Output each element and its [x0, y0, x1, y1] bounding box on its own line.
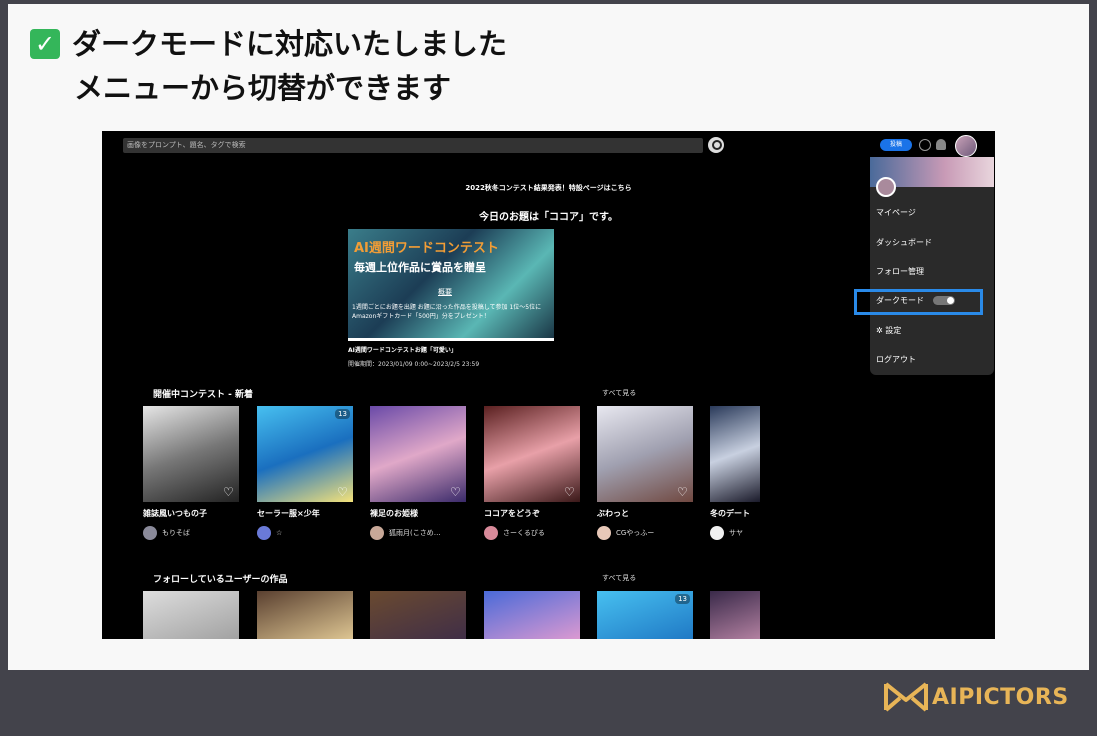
menu-item-settings[interactable]: ✲ 設定	[876, 325, 901, 336]
headline-line-1: ダークモードに対応いたしました	[72, 27, 508, 61]
artwork-title[interactable]: ココアをどうぞ	[484, 508, 580, 519]
user-avatar[interactable]	[257, 526, 271, 540]
banner-subtitle: 毎週上位作品に賞品を贈呈	[354, 261, 486, 274]
artwork-thumbnail[interactable]: ♡	[484, 406, 580, 502]
search-input[interactable]: 画像をプロンプト、題名、タグで検索	[123, 138, 703, 153]
artwork-thumbnail[interactable]	[710, 406, 760, 502]
banner-detail: 1週間ごとにお題を出題 お題に沿った作品を投稿して参加 1位〜5位にAmazon…	[352, 304, 542, 320]
brand-logo: AIPICTORS	[882, 680, 1069, 714]
contest-notice-link[interactable]: 2022秋冬コンテスト結果発表！特設ページはこちら	[102, 183, 995, 193]
user-name[interactable]: さーくるぴる	[503, 528, 545, 538]
artwork-title[interactable]: 雑誌風いつもの子	[143, 508, 239, 519]
contest-date: 開催期間：2023/01/09 0:00~2023/2/5 23:59	[348, 361, 480, 368]
artwork-user[interactable]: CGやっふー	[597, 526, 693, 540]
see-all-follow-link[interactable]: すべて見る	[602, 573, 636, 583]
gear-icon: ✲	[876, 326, 883, 335]
logo-mark-icon	[884, 682, 928, 712]
menu-item-dashboard[interactable]: ダッシュボード	[876, 237, 932, 248]
banner-divider	[348, 338, 554, 341]
banner-overview: 概要	[438, 288, 452, 296]
artwork-user[interactable]: さーくるぴる	[484, 526, 580, 540]
headline-row-2: メニューから切替ができます	[30, 66, 507, 110]
user-avatar[interactable]	[484, 526, 498, 540]
heart-icon[interactable]: ♡	[450, 486, 462, 498]
artwork-card[interactable]: ♡ ココアをどうぞ さーくるぴる	[484, 406, 580, 540]
follow-artwork-thumbnail[interactable]	[370, 591, 466, 639]
heart-icon[interactable]: ♡	[564, 486, 576, 498]
user-avatar[interactable]	[370, 526, 384, 540]
follow-artwork-thumbnail[interactable]	[143, 591, 239, 639]
app-screenshot: 画像をプロンプト、題名、タグで検索 投稿 2022秋冬コンテスト結果発表！特設ペ…	[102, 131, 995, 639]
avatar[interactable]	[955, 135, 977, 157]
today-topic: 今日のお題は「ココア」です。	[479, 212, 618, 223]
artwork-user[interactable]: サヤ	[710, 526, 760, 540]
artwork-card[interactable]: ♡ 雑誌風いつもの子 もりそば	[143, 406, 239, 540]
user-avatar[interactable]	[143, 526, 157, 540]
artwork-thumbnail[interactable]: 13 ♡	[257, 406, 353, 502]
artwork-card[interactable]: ♡ ぶわっと CGやっふー	[597, 406, 693, 540]
section-title-contests: 開催中コンテスト - 新着	[153, 390, 254, 400]
see-all-contests-link[interactable]: すべて見る	[602, 388, 636, 398]
follow-artwork-thumbnail[interactable]	[710, 591, 760, 639]
follow-artwork-thumbnail[interactable]	[484, 591, 580, 639]
user-name[interactable]: もりそば	[162, 528, 190, 538]
menu-item-logout[interactable]: ログアウト	[876, 354, 916, 365]
search-icon[interactable]	[708, 137, 724, 153]
image-count-badge: 13	[335, 409, 350, 419]
user-avatar[interactable]	[710, 526, 724, 540]
artwork-card[interactable]: 冬のデート サヤ	[710, 406, 760, 540]
artwork-title[interactable]: セーラー服×少年	[257, 508, 353, 519]
artwork-user[interactable]: ☆	[257, 526, 353, 540]
user-avatar[interactable]	[597, 526, 611, 540]
artwork-thumbnail[interactable]: ♡	[143, 406, 239, 502]
artwork-user[interactable]: 狐雨月(こさめ…	[370, 526, 466, 540]
globe-icon[interactable]	[919, 139, 931, 151]
app-topbar: 画像をプロンプト、題名、タグで検索 投稿	[102, 131, 995, 157]
contest-banner[interactable]: AI週間ワードコンテスト 毎週上位作品に賞品を贈呈 概要 1週間ごとにお題を出題…	[348, 229, 554, 341]
user-name[interactable]: 狐雨月(こさめ…	[389, 528, 441, 538]
artwork-user[interactable]: もりそば	[143, 526, 239, 540]
artwork-title[interactable]: ぶわっと	[597, 508, 693, 519]
artwork-thumbnail[interactable]: ♡	[597, 406, 693, 502]
follow-artwork-thumbnail[interactable]	[257, 591, 353, 639]
user-name[interactable]: ☆	[276, 529, 282, 537]
headline: ✓ ダークモードに対応いたしました メニューから切替ができます	[30, 22, 507, 110]
logo-text: AIPICTORS	[932, 684, 1069, 710]
headline-line-2: メニューから切替ができます	[74, 71, 452, 105]
bell-icon[interactable]	[936, 139, 946, 150]
darkmode-highlight-box	[854, 289, 983, 315]
headline-row-1: ✓ ダークモードに対応いたしました	[30, 22, 507, 66]
menu-item-mypage[interactable]: マイページ	[876, 207, 916, 218]
heart-icon[interactable]: ♡	[223, 486, 235, 498]
user-menu: マイページ ダッシュボード フォロー管理 ダークモード ✲ 設定 ログアウト	[870, 157, 994, 375]
banner-title: AI週間ワードコンテスト	[354, 241, 499, 256]
user-name[interactable]: サヤ	[729, 528, 743, 538]
post-button[interactable]: 投稿	[880, 139, 912, 151]
contest-name[interactable]: AI週間ワードコンテストお題「可愛い」	[348, 345, 457, 354]
check-icon: ✓	[30, 29, 60, 59]
artwork-card[interactable]: 13 ♡ セーラー服×少年 ☆	[257, 406, 353, 540]
menu-item-settings-label: 設定	[885, 326, 902, 335]
heart-icon[interactable]: ♡	[677, 486, 689, 498]
menu-avatar[interactable]	[876, 177, 896, 197]
artwork-title[interactable]: 裸足のお姫様	[370, 508, 466, 519]
follow-artwork-thumbnail[interactable]: 13	[597, 591, 693, 639]
slide: ✓ ダークモードに対応いたしました メニューから切替ができます 画像をプロンプト…	[0, 0, 1097, 736]
menu-item-follow-manage[interactable]: フォロー管理	[876, 266, 924, 277]
artwork-thumbnail[interactable]: ♡	[370, 406, 466, 502]
artwork-title[interactable]: 冬のデート	[710, 508, 760, 519]
heart-icon[interactable]: ♡	[337, 486, 349, 498]
image-count-badge: 13	[675, 594, 690, 604]
section-title-follow: フォローしているユーザーの作品	[153, 575, 288, 585]
user-name[interactable]: CGやっふー	[616, 528, 654, 538]
artwork-card[interactable]: ♡ 裸足のお姫様 狐雨月(こさめ…	[370, 406, 466, 540]
